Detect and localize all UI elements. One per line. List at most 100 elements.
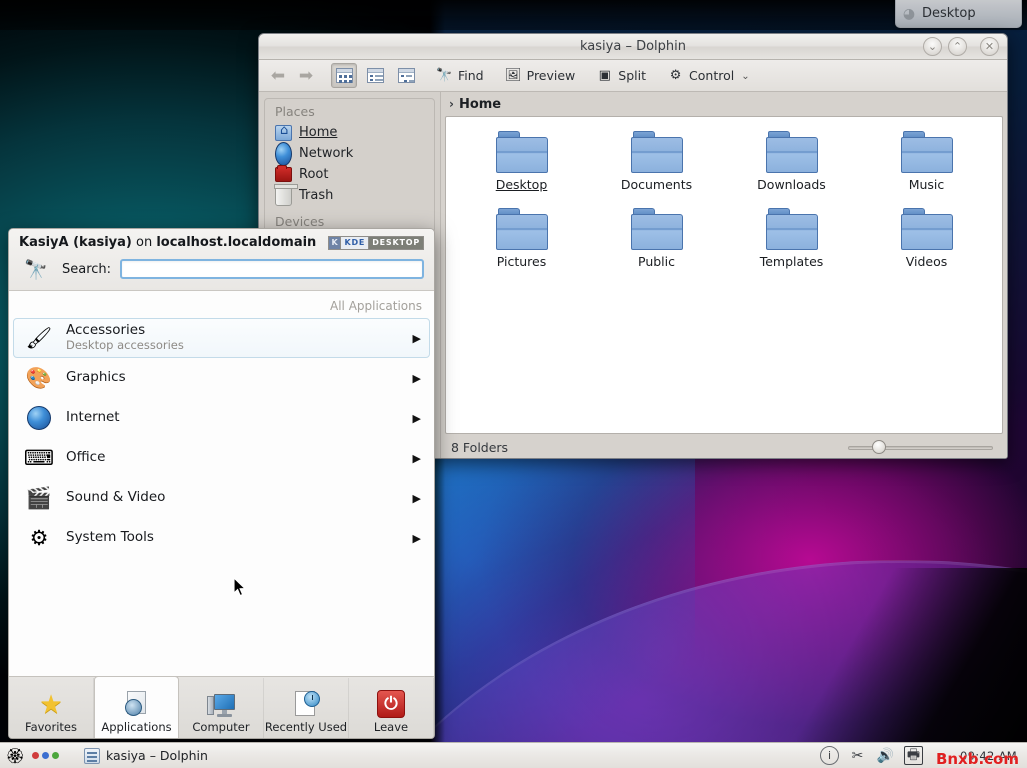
- folder-item-downloads[interactable]: Downloads: [724, 127, 859, 196]
- dolphin-toolbar[interactable]: ⬅ ➡ 🔭 Find 🖼 Preview ▣ Split ⚙ Control ⌄: [259, 60, 1007, 92]
- tab-recently-used[interactable]: Recently Used: [264, 678, 349, 738]
- kickoff-item-text: Accessories Desktop accessories: [66, 323, 401, 352]
- kickoff-tabs: ★ Favorites Applications Computer Recent…: [9, 676, 434, 738]
- folder-item-desktop[interactable]: Desktop: [454, 127, 589, 196]
- kickoff-item-internet[interactable]: Internet ▶: [13, 398, 430, 438]
- dolphin-statusbar: 8 Folders: [441, 434, 1007, 459]
- folder-label: Videos: [906, 254, 948, 269]
- kickoff-item-office[interactable]: ⌨ Office ▶: [13, 438, 430, 478]
- home-folder-icon: [275, 124, 292, 141]
- find-button[interactable]: 🔭 Find: [429, 64, 491, 87]
- kickoff-item-label: System Tools: [66, 530, 401, 546]
- folder-icon: [766, 208, 818, 250]
- chevron-right-icon[interactable]: ▶: [413, 412, 421, 425]
- chevron-right-icon[interactable]: ▶: [413, 332, 421, 345]
- tab-favorites[interactable]: ★ Favorites: [9, 678, 94, 738]
- folder-item-documents[interactable]: Documents: [589, 127, 724, 196]
- kickoff-item-system-tools[interactable]: ⚙ System Tools ▶: [13, 518, 430, 558]
- icons-view-button[interactable]: [331, 63, 357, 88]
- chevron-right-icon[interactable]: ▶: [413, 532, 421, 545]
- folder-icon: [631, 131, 683, 173]
- kickoff-category-list[interactable]: 🖌 Accessories Desktop accessories ▶ 🎨 Gr…: [9, 318, 434, 676]
- zoom-slider[interactable]: [848, 439, 993, 455]
- dolphin-window-icon: [84, 748, 100, 764]
- gear-icon: ⚙: [24, 523, 54, 553]
- wallpaper-dark-corner: [797, 568, 1027, 768]
- dolphin-window-title: kasiya – Dolphin: [259, 39, 1007, 54]
- taskbar[interactable]: 🏵 kasiya – Dolphin i ✂ 🔊 🖶 ▵ 09:42 AM Bn…: [0, 742, 1027, 768]
- split-button[interactable]: ▣ Split: [589, 64, 653, 87]
- taskbar-task-dolphin[interactable]: kasiya – Dolphin: [75, 746, 217, 766]
- places-item-home[interactable]: Home: [265, 122, 434, 143]
- klipper-scissors-icon[interactable]: ✂: [848, 746, 867, 765]
- details-view-button[interactable]: [362, 63, 388, 88]
- device-notifier-icon[interactable]: i: [820, 746, 839, 765]
- dolphin-titlebar[interactable]: kasiya – Dolphin ⌄ ⌃ ✕: [259, 34, 1007, 60]
- kickoff-item-accessories[interactable]: 🖌 Accessories Desktop accessories ▶: [13, 318, 430, 358]
- tab-label: Computer: [192, 720, 249, 734]
- digital-clock[interactable]: 09:42 AM: [960, 749, 1021, 763]
- tab-label: Leave: [374, 720, 408, 734]
- back-arrow-icon: ⬅: [271, 66, 285, 86]
- tray-expand-glyph: ▵: [939, 751, 944, 761]
- system-tray[interactable]: i ✂ 🔊 🖶 ▵ 09:42 AM: [820, 746, 1027, 765]
- places-item-network[interactable]: Network: [265, 143, 434, 164]
- tab-leave[interactable]: ⏻ Leave: [349, 678, 434, 738]
- kickoff-item-label: Graphics: [66, 370, 401, 386]
- folder-item-public[interactable]: Public: [589, 204, 724, 273]
- folder-item-templates[interactable]: Templates: [724, 204, 859, 273]
- close-icon: ✕: [985, 41, 994, 52]
- breadcrumb-label[interactable]: Home: [459, 97, 501, 112]
- preview-button[interactable]: 🖼 Preview: [498, 64, 583, 87]
- preview-icon: 🖼: [505, 67, 522, 84]
- folder-item-music[interactable]: Music: [859, 127, 994, 196]
- tab-applications[interactable]: Applications: [94, 676, 179, 738]
- places-item-trash[interactable]: Trash: [265, 185, 434, 206]
- search-input[interactable]: [120, 259, 424, 279]
- back-button[interactable]: ⬅: [265, 64, 291, 88]
- chevron-right-icon[interactable]: ▶: [413, 492, 421, 505]
- kickoff-header: KasiyA (kasiya) on localhost.localdomain…: [9, 229, 434, 291]
- kickoff-application-launcher[interactable]: KasiyA (kasiya) on localhost.localdomain…: [8, 228, 435, 739]
- columns-view-button[interactable]: [393, 63, 419, 88]
- sound-video-icon: 🎬: [24, 483, 54, 513]
- pager-dot-3[interactable]: [52, 752, 59, 759]
- places-list[interactable]: Places Home Network Root Trash Dev: [264, 98, 435, 233]
- places-item-label: Network: [299, 146, 353, 161]
- desktop-pager-label: Desktop: [922, 6, 976, 21]
- kickoff-on-word: on: [136, 235, 152, 250]
- kickoff-item-sublabel: Desktop accessories: [66, 339, 401, 353]
- file-view[interactable]: Desktop Documents Downloads Music: [445, 116, 1003, 434]
- kickoff-item-sound-video[interactable]: 🎬 Sound & Video ▶: [13, 478, 430, 518]
- places-item-root[interactable]: Root: [265, 164, 434, 185]
- kde-launcher-icon[interactable]: 🏵: [0, 747, 30, 765]
- kickoff-item-label: Internet: [66, 410, 401, 426]
- breadcrumb[interactable]: › Home: [441, 92, 1007, 116]
- globe-icon: [275, 145, 292, 162]
- folder-item-pictures[interactable]: Pictures: [454, 204, 589, 273]
- tray-expand-icon[interactable]: ▵: [932, 746, 951, 765]
- folder-item-videos[interactable]: Videos: [859, 204, 994, 273]
- control-button[interactable]: ⚙ Control ⌄: [660, 64, 757, 87]
- pager-dot-2[interactable]: [42, 752, 49, 759]
- forward-button[interactable]: ➡: [293, 64, 319, 88]
- zoom-slider-handle[interactable]: [872, 440, 886, 454]
- chevron-right-icon[interactable]: ▶: [413, 372, 421, 385]
- shade-button[interactable]: ⌄: [923, 37, 942, 56]
- pager-dot-1[interactable]: [32, 752, 39, 759]
- desktop-pager[interactable]: ◕ Desktop: [895, 0, 1022, 28]
- maximize-button[interactable]: ⌃: [948, 37, 967, 56]
- taskbar-pager[interactable]: [30, 752, 69, 759]
- power-icon: ⏻: [377, 686, 405, 718]
- folder-icon: [901, 131, 953, 173]
- tab-computer[interactable]: Computer: [179, 678, 264, 738]
- kickoff-item-graphics[interactable]: 🎨 Graphics ▶: [13, 358, 430, 398]
- folder-icon: [766, 131, 818, 173]
- volume-icon[interactable]: 🔊: [876, 746, 895, 765]
- close-button[interactable]: ✕: [980, 37, 999, 56]
- places-item-label: Root: [299, 167, 328, 182]
- chevron-down-icon[interactable]: ⌄: [741, 71, 749, 84]
- printer-icon[interactable]: 🖶: [904, 746, 923, 765]
- chevron-right-icon[interactable]: ▶: [413, 452, 421, 465]
- chevron-right-icon: ›: [449, 97, 454, 111]
